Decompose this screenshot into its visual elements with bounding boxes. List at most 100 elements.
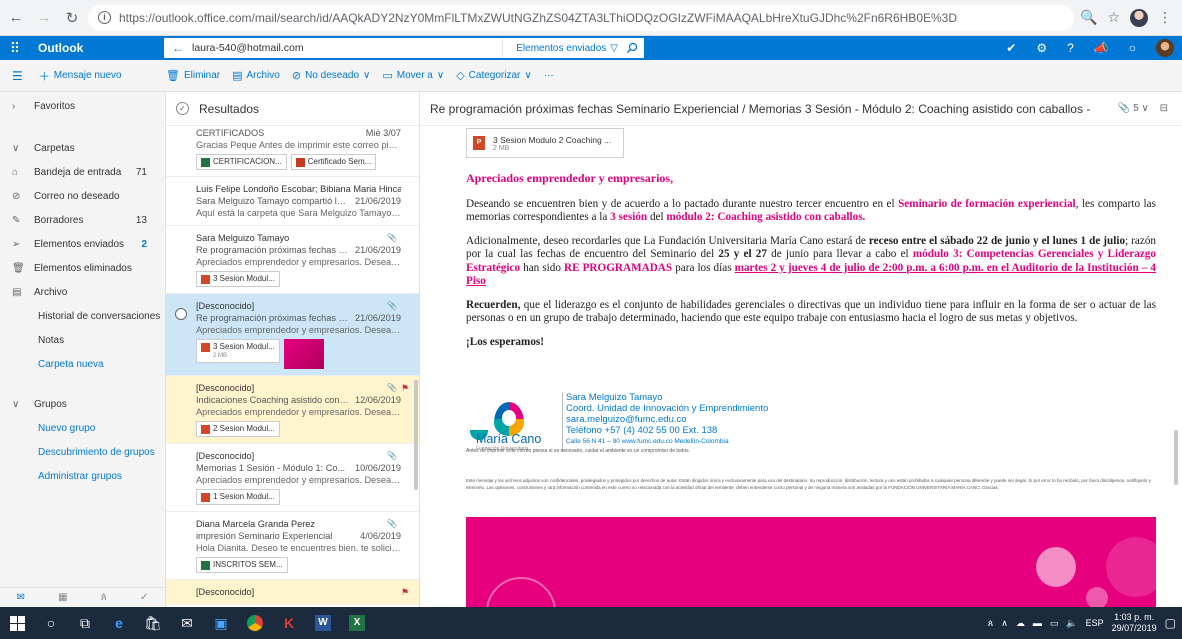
profile-avatar[interactable] xyxy=(1130,8,1148,27)
reload-icon[interactable]: ↻ xyxy=(60,6,84,30)
flag-icon[interactable]: ⚑ xyxy=(401,586,409,598)
search-back-icon[interactable]: ← xyxy=(172,41,184,55)
select-checkbox[interactable] xyxy=(175,308,187,320)
filter-icon[interactable]: ▽ xyxy=(610,43,618,54)
folders-header[interactable]: ∨ Carpetas xyxy=(0,136,165,160)
more-actions-icon[interactable]: ··· xyxy=(544,70,554,81)
store-icon[interactable]: 🛍 xyxy=(136,607,170,639)
browser-menu-icon[interactable]: ⋮ xyxy=(1158,9,1172,26)
task-view-icon[interactable]: ⧉ xyxy=(68,607,102,639)
kaspersky-icon[interactable]: K xyxy=(272,607,306,639)
attachment-chip[interactable]: Certificado Sem... xyxy=(290,154,377,170)
junk-button[interactable]: ⊘ No deseado ∨ xyxy=(292,69,370,82)
notifications-icon[interactable]: ▢ xyxy=(1165,616,1176,630)
language-indicator[interactable]: ESP xyxy=(1086,618,1104,628)
excel-icon[interactable]: X xyxy=(340,607,374,639)
chevron-down-icon[interactable]: ∨ xyxy=(1142,103,1149,114)
attachment-chip[interactable]: 3 Sesion Modul... 2 MB xyxy=(196,339,280,363)
groups-header[interactable]: ∨ Grupos xyxy=(0,392,165,416)
search-input[interactable]: laura-540@hotmail.com xyxy=(192,42,304,54)
list-item[interactable]: CERTIFICADOS Mié 3/07 Gracias Peque Antes… xyxy=(166,126,419,177)
signature-email[interactable]: sara.melguizo@fumc.edu.co xyxy=(566,414,768,425)
site-info-icon[interactable]: i xyxy=(98,11,111,24)
attachment-chip[interactable]: 1 Sesion Modul... xyxy=(196,489,280,505)
hamburger-menu-icon[interactable]: ☰ xyxy=(12,69,23,83)
folder-notes[interactable]: Notas xyxy=(0,328,165,352)
people-icon[interactable]: ጰ xyxy=(988,618,993,629)
expand-icon[interactable]: ⊟ xyxy=(1160,103,1168,114)
archive-button[interactable]: ▤ Archivo xyxy=(232,69,280,82)
new-message-button[interactable]: ＋ Mensaje nuevo xyxy=(39,68,122,84)
folder-archive[interactable]: ▤ Archivo xyxy=(0,280,165,304)
windows-start-icon[interactable] xyxy=(0,607,34,639)
list-item[interactable]: 📎 Sara Melguizo Tamayo Re programación p… xyxy=(166,226,419,294)
photos-icon[interactable]: ▣ xyxy=(204,607,238,639)
message-subject: Sara Melguizo Tamayo compartió la ... xyxy=(196,196,350,206)
folder-conversation-history[interactable]: Historial de conversaciones xyxy=(0,304,165,328)
favorites-header[interactable]: › Favoritos xyxy=(0,94,165,118)
whats-new-icon[interactable]: 📣 xyxy=(1094,41,1109,55)
address-bar[interactable]: i https://outlook.office.com/mail/search… xyxy=(88,4,1074,31)
attachment-chip[interactable]: 3 Sesion Modul... xyxy=(196,271,280,287)
flag-icon[interactable]: ⚑ xyxy=(401,382,409,394)
list-item[interactable]: 📎 [Desconocido] Memorias 1 Sesión - Módu… xyxy=(166,444,419,512)
show-hidden-icons[interactable]: ∧ xyxy=(1001,618,1008,629)
attachment-card[interactable]: P 3 Sesion Modulo 2 Coaching ... 2 MB xyxy=(466,128,624,158)
list-item[interactable]: ⚑ [Desconocido] xyxy=(166,580,419,605)
folder-drafts[interactable]: ✎ Borradores 13 xyxy=(0,208,165,232)
list-item[interactable]: 📎 Diana Marcela Granda Perez impresión S… xyxy=(166,512,419,580)
system-tray: ጰ ∧ ☁ ▬ ▭ 🔈 ESP 1:03 p. m. 29/07/2019 ▢ xyxy=(988,607,1182,639)
bookmark-star-icon[interactable]: ☆ xyxy=(1107,9,1120,26)
attachment-chip[interactable]: 2 Sesion Modul... xyxy=(196,421,280,437)
list-scrollbar[interactable] xyxy=(414,380,418,490)
image-thumbnail[interactable] xyxy=(283,339,324,369)
zoom-icon[interactable]: 🔍 xyxy=(1080,9,1097,26)
attachment-chip[interactable]: INSCRITOS SEM... xyxy=(196,557,288,573)
volume-icon[interactable]: 🔈 xyxy=(1066,618,1077,629)
mail-app-icon[interactable]: ✉ xyxy=(170,607,204,639)
office-icon[interactable]: ○ xyxy=(1129,41,1136,55)
new-folder-link[interactable]: Carpeta nueva xyxy=(0,352,165,376)
move-to-button[interactable]: ▭ Mover a ∨ xyxy=(382,69,444,82)
manage-groups-link[interactable]: Administrar grupos xyxy=(0,464,165,488)
word-icon[interactable]: W xyxy=(306,607,340,639)
back-arrow-icon[interactable]: ← xyxy=(4,6,28,30)
network-icon[interactable]: ▬ xyxy=(1033,618,1042,628)
account-avatar[interactable] xyxy=(1156,39,1174,57)
weather-icon[interactable]: ☁ xyxy=(1016,618,1025,629)
list-item[interactable]: 📎 ⚑ [Desconocido] Indicaciones Coaching … xyxy=(166,376,419,444)
message-count[interactable]: 5 xyxy=(1133,103,1139,114)
calendar-icon[interactable]: ▦ xyxy=(58,592,67,603)
skype-icon[interactable]: ✔ xyxy=(1006,41,1016,55)
categorize-button[interactable]: ◇ Categorizar ∨ xyxy=(456,69,532,82)
search-icon[interactable]: ○ xyxy=(34,607,68,639)
closing-text: ¡Los esperamos! xyxy=(466,335,544,348)
settings-gear-icon[interactable]: ⚙ xyxy=(1036,41,1047,55)
folder-inbox[interactable]: ⌂ Bandeja de entrada 71 xyxy=(0,160,165,184)
folder-sent[interactable]: ➢ Elementos enviados 2 xyxy=(0,232,165,256)
help-icon[interactable]: ? xyxy=(1067,41,1074,55)
search-box[interactable]: ← laura-540@hotmail.com xyxy=(164,38,502,58)
list-item[interactable]: Luis Felipe Londoño Escobar; Bibiana Mar… xyxy=(166,177,419,226)
attachment-chip[interactable]: CERTIFICACION... xyxy=(196,154,287,170)
folder-junk[interactable]: ⊘ Correo no deseado xyxy=(0,184,165,208)
discover-groups-link[interactable]: Descubrimiento de grupos xyxy=(0,440,165,464)
folder-pane: › Favoritos ∨ Carpetas ⌂ Bandeja de entrada… xyxy=(0,92,166,587)
new-group-link[interactable]: Nuevo grupo xyxy=(0,416,165,440)
folder-deleted[interactable]: 🗑 Elementos eliminados xyxy=(0,256,165,280)
list-item-selected[interactable]: 📎 [Desconocido] Re programación próximas… xyxy=(166,294,419,376)
app-launcher-icon[interactable]: ⠿ xyxy=(0,36,30,60)
bold-text: 25 y el 27 xyxy=(718,248,767,260)
tasks-icon[interactable]: ✓ xyxy=(140,592,148,603)
mail-icon[interactable]: ✉ xyxy=(17,592,25,603)
select-all-icon[interactable]: ✓ xyxy=(176,102,189,115)
people-icon[interactable]: ጰ xyxy=(101,592,107,603)
chrome-icon[interactable] xyxy=(238,607,272,639)
battery-icon[interactable]: ▭ xyxy=(1050,618,1059,629)
clock[interactable]: 1:03 p. m. 29/07/2019 xyxy=(1112,612,1157,634)
delete-button[interactable]: 🗑 Eliminar xyxy=(166,69,220,82)
reading-scrollbar[interactable] xyxy=(1174,430,1178,485)
edge-icon[interactable]: e xyxy=(102,607,136,639)
search-icon[interactable] xyxy=(620,38,644,58)
forward-arrow-icon[interactable]: → xyxy=(32,6,56,30)
